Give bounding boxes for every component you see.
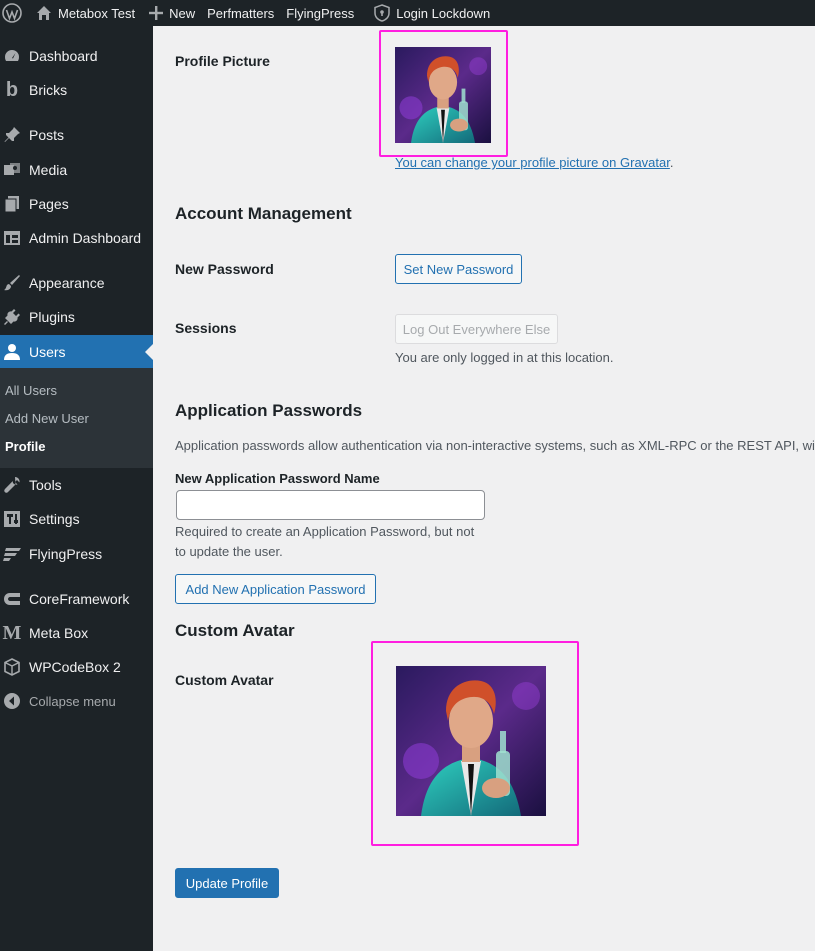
set-new-password-button[interactable]: Set New Password <box>395 254 522 284</box>
login-lockdown-menu[interactable]: Login Lockdown <box>362 0 498 26</box>
pin-icon <box>2 125 22 145</box>
flyingpress-icon <box>2 544 22 564</box>
sidebar-item-flyingpress[interactable]: FlyingPress <box>0 537 153 571</box>
sidebar-item-users[interactable]: Users <box>0 335 153 369</box>
bricks-icon: b <box>5 78 19 101</box>
collapse-icon <box>2 691 22 711</box>
shield-icon <box>374 4 390 22</box>
sidebar-item-media[interactable]: Media <box>0 153 153 187</box>
perfmatters-menu[interactable]: Perfmatters <box>203 0 282 26</box>
sidebar-item-label: WPCodeBox 2 <box>29 659 121 675</box>
profile-form: Profile Picture You can change your prof… <box>153 26 815 951</box>
submenu-profile[interactable]: Profile <box>5 439 45 454</box>
sidebar-item-plugins[interactable]: Plugins <box>0 300 153 334</box>
flyingpress-menu[interactable]: FlyingPress <box>282 0 362 26</box>
sessions-label: Sessions <box>175 320 237 336</box>
submenu-all-users[interactable]: All Users <box>5 383 57 398</box>
flyingpress-label: FlyingPress <box>286 5 355 21</box>
sidebar-item-dashboard[interactable]: Dashboard <box>0 39 153 73</box>
submenu-add-new-user[interactable]: Add New User <box>5 411 89 426</box>
pages-icon <box>2 194 22 214</box>
sidebar-item-meta-box[interactable]: M Meta Box <box>0 616 153 650</box>
sidebar-item-tools[interactable]: Tools <box>0 468 153 502</box>
app-password-help-line2: to update the user. <box>175 544 283 559</box>
sidebar-item-wpcodebox[interactable]: WPCodeBox 2 <box>0 650 153 684</box>
sidebar-item-label: Appearance <box>29 275 105 291</box>
home-icon <box>36 5 52 21</box>
dashboard-icon <box>2 46 22 66</box>
collapse-menu-button[interactable]: Collapse menu <box>0 684 153 718</box>
sidebar-item-posts[interactable]: Posts <box>0 118 153 152</box>
sidebar-item-label: Dashboard <box>29 48 98 64</box>
custom-avatar-image[interactable] <box>396 666 546 816</box>
profile-picture-image <box>395 47 491 143</box>
sidebar-item-label: Plugins <box>29 309 75 325</box>
admin-sidebar: Dashboard b Bricks Posts Media Pages Adm… <box>0 26 153 951</box>
sidebar-item-label: CoreFramework <box>29 591 130 607</box>
new-app-password-name-input[interactable] <box>176 490 485 520</box>
application-passwords-description: Application passwords allow authenticati… <box>175 438 815 453</box>
coreframework-icon <box>2 589 22 609</box>
sidebar-item-label: Settings <box>29 511 80 527</box>
sidebar-item-label: Tools <box>29 477 62 493</box>
gravatar-link[interactable]: You can change your profile picture on G… <box>395 155 670 170</box>
custom-avatar-label: Custom Avatar <box>175 672 274 688</box>
wrench-icon <box>2 475 22 495</box>
sidebar-item-label: Posts <box>29 127 65 143</box>
wp-logo-menu[interactable] <box>0 0 30 26</box>
wordpress-logo-icon <box>2 3 22 23</box>
user-icon <box>2 342 22 362</box>
sidebar-item-coreframework[interactable]: CoreFramework <box>0 582 153 616</box>
users-submenu: All Users Add New User Profile <box>0 368 153 468</box>
new-password-label: New Password <box>175 261 274 277</box>
media-icon <box>2 160 22 180</box>
application-passwords-heading: Application Passwords <box>175 401 363 420</box>
gravatar-period: . <box>669 155 674 170</box>
site-name: Metabox Test <box>58 5 136 21</box>
log-out-everywhere-button[interactable]: Log Out Everywhere Else <box>395 314 558 344</box>
sidebar-item-pages[interactable]: Pages <box>0 187 153 221</box>
new-label: New <box>169 5 196 21</box>
sidebar-item-label: Meta Box <box>29 625 89 641</box>
app-password-help-line1: Required to create an Application Passwo… <box>175 524 475 539</box>
sidebar-item-appearance[interactable]: Appearance <box>0 266 153 300</box>
sidebar-item-admin-dashboard[interactable]: Admin Dashboard <box>0 221 153 255</box>
settings-icon <box>2 509 22 529</box>
gravatar-note: You can change your profile picture on G… <box>395 153 674 173</box>
sidebar-item-label: FlyingPress <box>29 546 103 562</box>
perfmatters-label: Perfmatters <box>207 5 275 21</box>
site-name-menu[interactable]: Metabox Test <box>30 0 143 26</box>
sidebar-item-label: Admin Dashboard <box>29 230 142 246</box>
table-icon <box>2 228 22 248</box>
sidebar-item-label: Pages <box>29 196 69 212</box>
plus-icon <box>149 6 164 20</box>
account-management-heading: Account Management <box>175 204 352 223</box>
update-profile-button[interactable]: Update Profile <box>175 868 279 898</box>
custom-avatar-heading: Custom Avatar <box>175 621 295 640</box>
sidebar-item-label: Bricks <box>29 82 68 98</box>
plugin-icon <box>2 307 22 327</box>
sidebar-item-settings[interactable]: Settings <box>0 502 153 536</box>
sidebar-item-bricks[interactable]: b Bricks <box>0 73 153 107</box>
admin-bar: Metabox Test New Perfmatters FlyingPress… <box>0 0 815 26</box>
new-content-menu[interactable]: New <box>143 0 203 26</box>
new-app-password-name-label: New Application Password Name <box>175 471 380 486</box>
sidebar-item-label: Collapse menu <box>29 693 116 709</box>
profile-picture-label: Profile Picture <box>175 53 270 69</box>
login-lockdown-label: Login Lockdown <box>396 5 491 21</box>
sidebar-item-label: Media <box>29 162 68 178</box>
sidebar-item-label: Users <box>29 344 66 360</box>
brush-icon <box>2 273 22 293</box>
metabox-icon: M <box>2 621 22 644</box>
box-icon <box>2 657 22 677</box>
add-new-application-password-button[interactable]: Add New Application Password <box>175 574 376 604</box>
sessions-description: You are only logged in at this location. <box>395 350 614 365</box>
